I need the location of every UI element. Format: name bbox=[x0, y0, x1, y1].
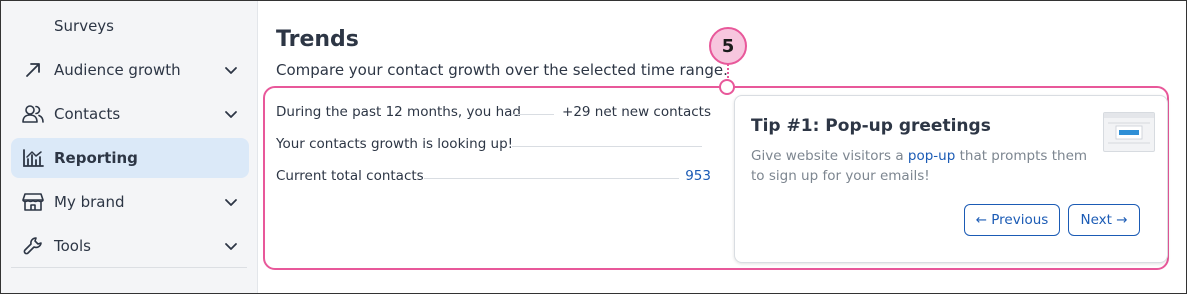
stat-value: +29 net new contacts bbox=[562, 104, 711, 120]
sidebar-item-tools[interactable]: Tools bbox=[11, 226, 249, 266]
sidebar-item-surveys[interactable]: Surveys bbox=[54, 17, 114, 35]
tip-body: Give website visitors a pop-up that prom… bbox=[751, 146, 1101, 186]
chevron-down-icon[interactable] bbox=[223, 62, 239, 78]
stat-label: During the past 12 months, you had bbox=[276, 104, 521, 120]
reporting-chart-icon bbox=[22, 147, 44, 169]
sidebar: Surveys Audience growth Contacts Reporti… bbox=[1, 1, 258, 293]
popup-link[interactable]: pop-up bbox=[908, 148, 955, 164]
stat-label: Current total contacts bbox=[276, 168, 424, 184]
sidebar-item-my-brand[interactable]: My brand bbox=[11, 182, 249, 222]
app-window: Surveys Audience growth Contacts Reporti… bbox=[0, 0, 1187, 294]
chevron-down-icon[interactable] bbox=[223, 194, 239, 210]
stat-label: Your contacts growth is looking up! bbox=[276, 136, 514, 152]
popup-thumbnail-image bbox=[1103, 112, 1155, 152]
stat-row-total-contacts: Current total contacts 953 bbox=[276, 168, 711, 188]
leader-line bbox=[424, 178, 679, 179]
previous-button[interactable]: ← Previous bbox=[964, 204, 1060, 236]
sidebar-item-contacts[interactable]: Contacts bbox=[11, 94, 249, 134]
tip-body-text: Give website visitors a bbox=[751, 148, 908, 164]
stat-row-net-new: During the past 12 months, you had +29 n… bbox=[276, 104, 711, 124]
sidebar-item-audience-growth[interactable]: Audience growth bbox=[11, 50, 249, 90]
wrench-icon bbox=[22, 235, 44, 257]
sidebar-item-label: Tools bbox=[54, 237, 91, 255]
leader-line bbox=[512, 146, 702, 147]
trend-arrow-icon bbox=[22, 59, 44, 81]
chevron-down-icon[interactable] bbox=[223, 106, 239, 122]
callout-number-badge: 5 bbox=[709, 27, 747, 65]
tip-card: Tip #1: Pop-up greetings Give website vi… bbox=[734, 95, 1168, 263]
next-button[interactable]: Next → bbox=[1068, 204, 1140, 236]
total-contacts-link[interactable]: 953 bbox=[685, 168, 711, 184]
sidebar-divider bbox=[11, 267, 247, 268]
chevron-down-icon[interactable] bbox=[223, 238, 239, 254]
sidebar-item-label: My brand bbox=[54, 193, 125, 211]
storefront-icon bbox=[22, 191, 44, 213]
sidebar-item-label: Reporting bbox=[54, 149, 138, 167]
page-subtitle: Compare your contact growth over the sel… bbox=[276, 61, 728, 79]
main-content: Trends Compare your contact growth over … bbox=[258, 1, 1186, 293]
leader-line bbox=[512, 114, 554, 115]
sidebar-item-label: Contacts bbox=[54, 105, 121, 123]
tip-title: Tip #1: Pop-up greetings bbox=[751, 116, 991, 136]
stat-row-growth-message: Your contacts growth is looking up! bbox=[276, 136, 711, 156]
callout-anchor-dot bbox=[719, 79, 735, 95]
contacts-icon bbox=[22, 103, 44, 125]
page-title: Trends bbox=[276, 27, 359, 52]
sidebar-item-label: Audience growth bbox=[54, 61, 181, 79]
sidebar-item-reporting[interactable]: Reporting bbox=[11, 138, 249, 178]
